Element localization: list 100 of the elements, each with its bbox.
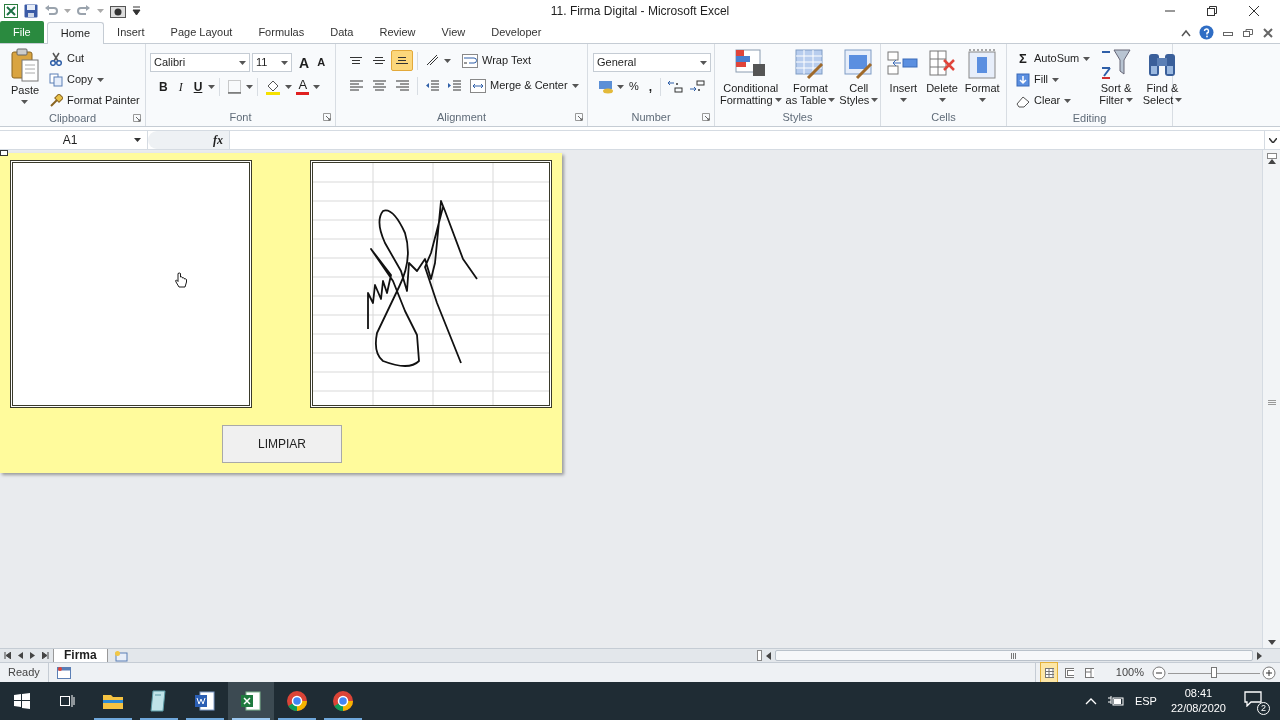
battery-plug-icon[interactable]: [1106, 695, 1125, 707]
comma-button[interactable]: ,: [643, 77, 658, 96]
name-box[interactable]: A1: [0, 131, 148, 149]
zoom-in-icon[interactable]: [1262, 665, 1276, 680]
increase-indent-icon: [447, 78, 462, 93]
taskbar-app[interactable]: [228, 682, 274, 720]
zoom-slider[interactable]: [1168, 666, 1260, 679]
caret-icon: [208, 84, 216, 89]
clock[interactable]: 08:41 22/08/2020: [1170, 686, 1226, 716]
paste-button[interactable]: Paste: [3, 48, 47, 104]
grow-font-button[interactable]: A: [296, 55, 313, 70]
ribbon-tab[interactable]: Data: [317, 22, 367, 43]
close-icon[interactable]: [1248, 5, 1260, 17]
close-icon[interactable]: [1262, 27, 1274, 38]
vertical-scrollbar[interactable]: [1262, 150, 1280, 648]
shrink-font-button[interactable]: A: [314, 57, 329, 68]
clear-button[interactable]: Clear: [1014, 90, 1093, 111]
ribbon-tab[interactable]: Home: [46, 22, 105, 44]
clear-button[interactable]: LIMPIAR: [222, 425, 342, 463]
merge-center-button[interactable]: Merge & Center: [468, 75, 581, 96]
word-document-icon: [193, 689, 217, 713]
caret-icon: [97, 9, 104, 13]
scroll-down-icon[interactable]: [1267, 640, 1276, 645]
align-center-icon: [371, 78, 387, 93]
copy-button[interactable]: Copy: [47, 69, 142, 90]
customize-toolbar-icon[interactable]: [132, 6, 141, 16]
scroll-left-icon[interactable]: [766, 651, 771, 660]
signature-pad[interactable]: [310, 160, 552, 408]
number-format-field[interactable]: General: [593, 53, 711, 72]
camera-icon[interactable]: [110, 4, 126, 18]
record-macro-icon[interactable]: [56, 666, 71, 679]
previous-sheet-icon[interactable]: [18, 652, 23, 659]
font-color-button[interactable]: A: [293, 78, 313, 95]
caret-icon: [828, 98, 836, 102]
fill-button[interactable]: Fill: [1014, 69, 1093, 90]
ribbon-tab[interactable]: File: [0, 21, 44, 43]
scroll-thumb-grip-icon[interactable]: [1011, 652, 1017, 659]
ribbon-tab[interactable]: Developer: [478, 22, 555, 43]
notification-count: 2: [1257, 702, 1270, 715]
format-as-table-button[interactable]: Format as Table: [783, 48, 838, 106]
scroll-right-icon[interactable]: [1257, 651, 1262, 660]
insert-cells-button[interactable]: Insert: [885, 48, 922, 102]
help-icon[interactable]: [1199, 25, 1214, 40]
clipboard-icon: [11, 48, 39, 82]
find-select-button[interactable]: Find & Select: [1139, 48, 1186, 106]
dialog-launcher-icon[interactable]: [702, 113, 710, 121]
horizontal-scrollbar[interactable]: [757, 649, 1262, 662]
sort-filter-button[interactable]: Sort & Filter: [1096, 48, 1136, 106]
bold-button[interactable]: B: [154, 77, 173, 96]
delete-cells-button[interactable]: Delete: [924, 48, 961, 102]
dialog-launcher-icon[interactable]: [133, 114, 141, 122]
show-hidden-icons-icon[interactable]: [1084, 697, 1097, 705]
drawing-pad[interactable]: [10, 160, 252, 408]
ribbon-tab[interactable]: Page Layout: [157, 22, 246, 43]
percent-button[interactable]: %: [624, 78, 644, 95]
next-sheet-icon[interactable]: [30, 652, 35, 659]
last-sheet-icon[interactable]: [42, 652, 49, 659]
caret-icon: [774, 98, 782, 102]
dialog-launcher-icon[interactable]: [323, 113, 331, 121]
conditional-formatting-button[interactable]: Conditional Formatting: [718, 48, 784, 106]
font-size-field[interactable]: 11: [252, 53, 292, 72]
restore-icon[interactable]: [1206, 5, 1218, 17]
save-icon[interactable]: [24, 4, 38, 18]
restore-icon[interactable]: [1242, 27, 1254, 38]
normal-view-button[interactable]: [1039, 662, 1058, 683]
zoom-out-icon[interactable]: [1152, 665, 1166, 680]
format-painter-button[interactable]: Format Painter: [47, 90, 142, 111]
chrome-browser-icon: [331, 689, 355, 713]
slider-thumb[interactable]: [1211, 666, 1217, 678]
bottom-align-button[interactable]: [391, 50, 413, 71]
language-indicator[interactable]: ESP: [1134, 692, 1157, 710]
redo-icon[interactable]: [77, 4, 91, 18]
scroll-thumb-grip-icon[interactable]: [1267, 399, 1276, 405]
ribbon-tab[interactable]: Formulas: [245, 22, 318, 43]
collapse-ribbon-icon[interactable]: [1181, 28, 1191, 37]
split-handle-icon[interactable]: [1266, 153, 1277, 159]
underline-button[interactable]: U: [188, 77, 208, 96]
ribbon-tab[interactable]: Review: [366, 22, 429, 43]
undo-icon[interactable]: [44, 4, 58, 18]
italic-button[interactable]: I: [173, 77, 188, 96]
dialog-launcher-icon[interactable]: [575, 113, 583, 121]
ribbon-tab[interactable]: Insert: [104, 22, 158, 43]
notifications-button[interactable]: 2: [1244, 689, 1268, 713]
autosum-button[interactable]: Σ AutoSum: [1014, 48, 1093, 69]
insert-function-button[interactable]: fx: [213, 131, 223, 149]
page-break-view-icon: [1083, 666, 1094, 679]
caret-icon: [285, 84, 293, 89]
wrap-text-button[interactable]: Wrap Text: [460, 50, 534, 71]
font-name-field[interactable]: Calibri: [150, 53, 250, 72]
ribbon-tab[interactable]: View: [428, 22, 479, 43]
first-sheet-icon[interactable]: [4, 652, 11, 659]
paintbrush-icon: [49, 93, 63, 108]
cut-button[interactable]: Cut: [47, 48, 142, 69]
format-cells-button[interactable]: Format: [962, 48, 1002, 102]
cell-styles-button[interactable]: Cell Styles: [837, 48, 881, 106]
split-handle-icon[interactable]: [757, 650, 762, 661]
scroll-up-icon[interactable]: [1267, 159, 1276, 164]
top-align-icon: [349, 56, 363, 65]
sheet-tab[interactable]: Firma: [53, 648, 108, 663]
expand-icon[interactable]: [1268, 137, 1277, 143]
